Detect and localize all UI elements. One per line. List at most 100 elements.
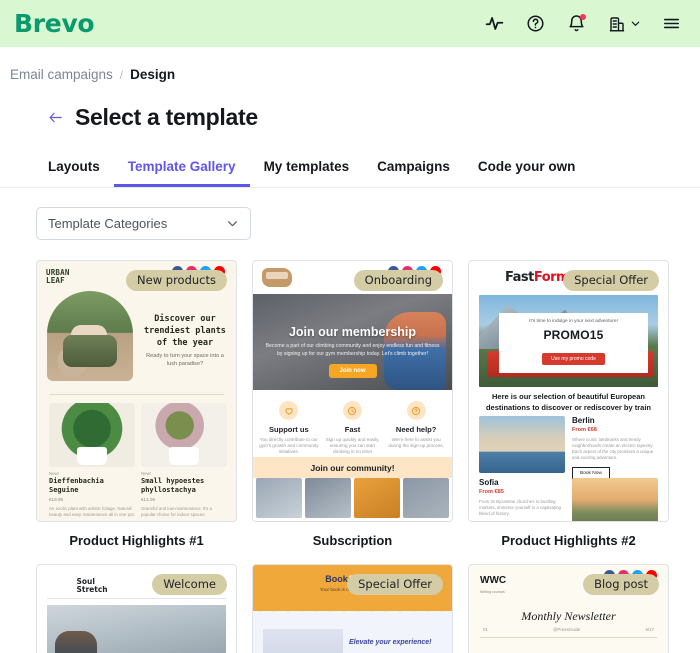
template-name: Subscription xyxy=(312,533,393,548)
template-heading: Monthly Newsletter xyxy=(521,609,616,623)
template-card-soul-stretch[interactable]: Welcome SoulStretch Soul Stretch xyxy=(36,564,237,653)
join-now-button: Join now xyxy=(328,364,377,378)
chevron-down-icon xyxy=(226,217,239,230)
fastform-logo: FastForm xyxy=(505,270,570,285)
tab-template-gallery[interactable]: Template Gallery xyxy=(113,159,250,187)
activity-icon[interactable] xyxy=(483,13,505,35)
feature-item: Fast Sign up quickly and easily, ensurin… xyxy=(322,401,382,456)
wwc-logo: WWC Writing courses xyxy=(480,576,506,597)
destination-description: From its Byzantine churches to bustling … xyxy=(479,499,561,516)
destination-city: Sofia xyxy=(479,478,499,487)
template-badge: Special Offer xyxy=(563,270,659,291)
destination-item: Berlin From €68 Where iconic landmarks a… xyxy=(479,416,658,480)
destination-item: Sofia From €85 From its Byzantine church… xyxy=(479,478,658,521)
urban-leaf-logo: URBAN LEAF xyxy=(46,268,70,285)
product-image xyxy=(263,629,343,653)
tab-campaigns[interactable]: Campaigns xyxy=(363,159,464,187)
climb-logo xyxy=(262,268,292,287)
page-header: Select a template xyxy=(0,82,700,131)
template-card-subscription[interactable]: Onboarding Join our membership Become a … xyxy=(252,260,453,548)
chevron-down-icon xyxy=(630,13,641,35)
feature-description: We're here to assist you during the sign… xyxy=(388,437,444,449)
product-title: Dieffenbachia Seguine xyxy=(49,477,104,494)
breadcrumb-parent[interactable]: Email campaigns xyxy=(10,67,113,82)
back-arrow-icon[interactable] xyxy=(46,109,64,127)
template-badge: Blog post xyxy=(583,574,659,595)
filter-row: Template Categories xyxy=(0,188,700,240)
template-heading: Discover our trendiest plants of the yea… xyxy=(144,314,226,348)
photo-thumb xyxy=(403,478,449,518)
template-badge: Onboarding xyxy=(353,270,443,291)
product-item: New! Dieffenbachia Seguine €19.99 An exo… xyxy=(49,403,135,521)
soul-stretch-logo: Soul Stretch xyxy=(76,577,108,594)
product-item: New! Small hypoestes phyllostachya €14.9… xyxy=(141,403,227,521)
photo-thumb xyxy=(256,478,302,518)
feature-title: Fast xyxy=(344,425,361,434)
breadcrumb-current: Design xyxy=(130,67,176,82)
product-description: Graceful and low-maintenance, it's a pop… xyxy=(141,506,212,517)
divider xyxy=(47,598,226,599)
template-badge: Welcome xyxy=(152,574,227,595)
scallop-edge xyxy=(253,605,452,617)
topbar-icon-group xyxy=(483,13,682,35)
template-preview[interactable]: New products URBAN LEAF Discover our tren… xyxy=(36,260,237,522)
promo-cta-button: Use my promo code xyxy=(542,353,605,365)
bell-icon[interactable] xyxy=(565,13,587,35)
divider xyxy=(480,637,657,638)
feature-title: Need help? xyxy=(395,425,437,434)
meta-left: 01 xyxy=(483,627,488,632)
tab-my-templates[interactable]: My templates xyxy=(250,159,364,187)
newsletter-meta: 01 @PressGuide 5/17 xyxy=(483,627,654,632)
product-price: €19.99 xyxy=(49,497,64,502)
heart-icon xyxy=(279,401,299,420)
feature-row: Support us You directly contribute to ou… xyxy=(253,401,452,456)
hamburger-menu-icon[interactable] xyxy=(660,13,682,35)
template-badge: Special Offer xyxy=(347,574,443,595)
destination-city: Berlin xyxy=(572,416,595,425)
page-content: Email campaigns / Design Select a templa… xyxy=(0,47,700,653)
tab-code-your-own[interactable]: Code your own xyxy=(464,159,590,187)
meta-center: @PressGuide xyxy=(552,627,581,632)
breadcrumb-separator: / xyxy=(119,67,124,82)
template-card-monthly-newsletter[interactable]: Blog post WWC Writing courses Monthly Ne… xyxy=(468,564,669,653)
product-description: An exotic plant with artistic foliage. N… xyxy=(49,506,135,517)
feature-description: You directly contribute to our gym's gro… xyxy=(259,437,319,455)
help-circle-icon[interactable] xyxy=(524,13,546,35)
template-preview[interactable]: Blog post WWC Writing courses Monthly Ne… xyxy=(468,564,669,653)
template-preview[interactable]: Special Offer Book&Boost Your book is on… xyxy=(252,564,453,653)
template-subtext: Ready to turn your space into a lush par… xyxy=(146,353,224,367)
destination-price: From €85 xyxy=(479,489,504,495)
product-title: Small hypoestes phyllostachya xyxy=(141,477,205,494)
question-icon xyxy=(406,401,426,420)
logo-part-a: Fast xyxy=(505,270,534,285)
breadcrumb: Email campaigns / Design xyxy=(0,47,700,82)
photo-strip xyxy=(253,478,452,521)
template-card-product-highlights-2[interactable]: Special Offer FastForm It's time to indu… xyxy=(468,260,669,548)
promo-code: PROMO15 xyxy=(543,328,604,342)
feature-description: Sign up quickly and easily, ensuring you… xyxy=(325,437,380,455)
product-image xyxy=(49,403,135,467)
meta-right: 5/17 xyxy=(645,627,654,632)
product-image xyxy=(141,403,227,467)
feature-item: Need help? We're here to assist you duri… xyxy=(386,401,446,456)
community-band: Join our community! xyxy=(253,457,452,478)
template-preview[interactable]: Special Offer FastForm It's time to indu… xyxy=(468,260,669,522)
destination-image xyxy=(479,416,565,473)
template-badge: New products xyxy=(126,270,227,291)
logo-part-a: Book xyxy=(325,574,348,584)
tab-layouts[interactable]: Layouts xyxy=(34,159,114,187)
brevo-logo[interactable]: Brevo xyxy=(14,9,95,38)
photo-thumb xyxy=(305,478,351,518)
template-card-product-highlights-1[interactable]: New products URBAN LEAF Discover our tren… xyxy=(36,260,237,548)
template-grid: New products URBAN LEAF Discover our tren… xyxy=(0,240,700,653)
divider xyxy=(49,394,224,395)
template-categories-select[interactable]: Template Categories xyxy=(36,207,251,240)
destination-image xyxy=(572,478,658,521)
template-preview[interactable]: Welcome Soul Stretch xyxy=(36,564,237,653)
template-card-book-and-boost[interactable]: Special Offer Book&Boost Your book is on… xyxy=(252,564,453,653)
feature-item: Support us You directly contribute to ou… xyxy=(259,401,319,456)
company-switcher-icon[interactable] xyxy=(606,13,641,35)
template-name: Product Highlights #1 xyxy=(69,533,204,548)
promo-box: It's time to indulge in your next advent… xyxy=(499,313,648,373)
template-preview[interactable]: Onboarding Join our membership Become a … xyxy=(252,260,453,522)
